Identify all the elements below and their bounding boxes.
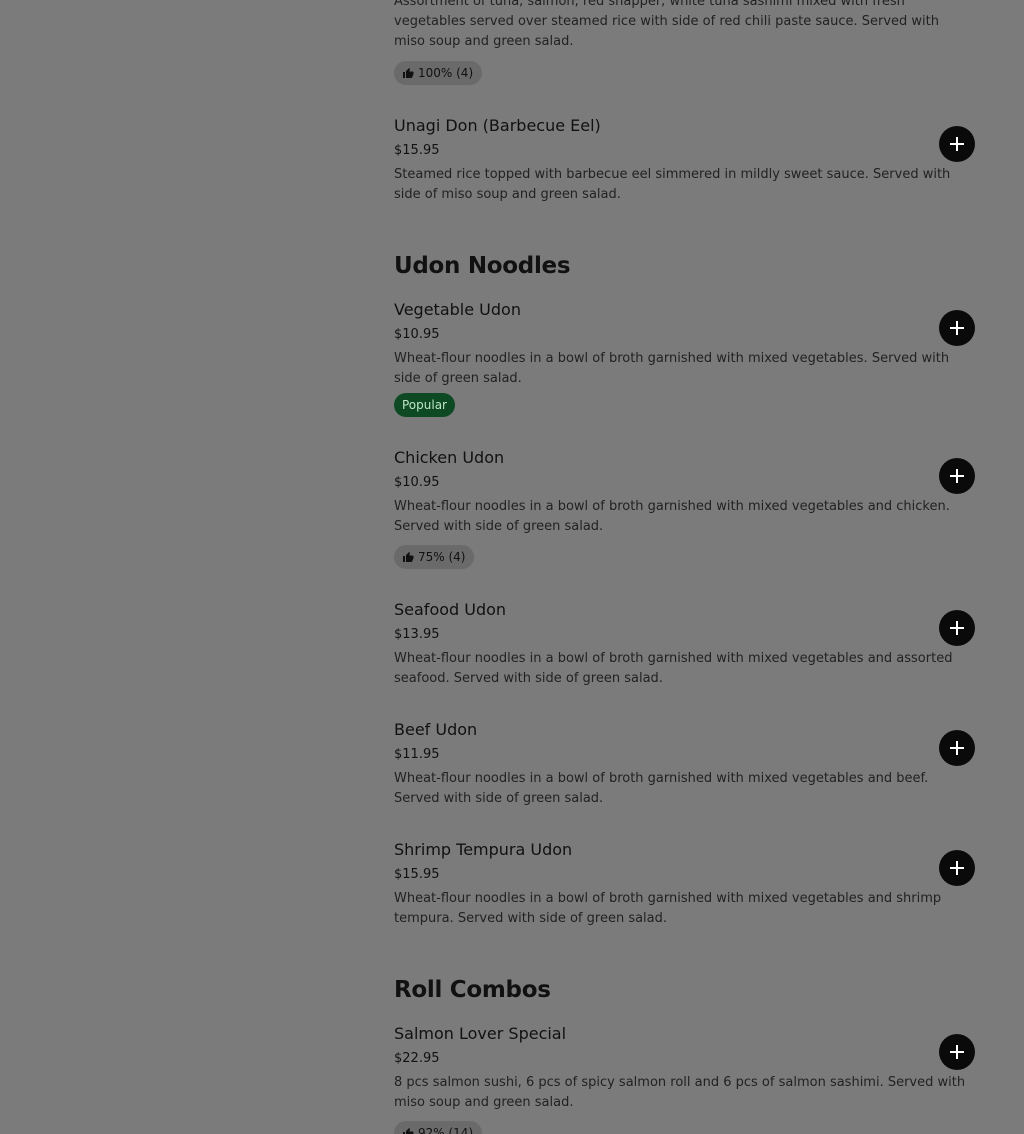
- section-title-roll-combos: Roll Combos: [394, 977, 551, 1003]
- plus-icon: [950, 741, 964, 755]
- item-price: $11.95: [394, 747, 440, 762]
- item-price: $13.95: [394, 627, 440, 642]
- prev-item-description: Assortment of tuna, salmon, red snapper,…: [394, 0, 939, 49]
- item-price: $15.95: [394, 867, 440, 882]
- add-button[interactable]: [939, 850, 975, 886]
- item-name: Salmon Lover Special: [394, 1024, 567, 1043]
- rating-text: 75% (4): [418, 550, 466, 564]
- thumbs-up-icon: [403, 1128, 414, 1134]
- popular-badge: Popular: [394, 393, 455, 417]
- add-button[interactable]: [939, 1034, 975, 1070]
- rating-pill: 75% (4): [394, 545, 475, 569]
- plus-icon: [950, 621, 964, 635]
- rating-text: 92% (14): [418, 1126, 474, 1134]
- section-title-udon: Udon Noodles: [394, 253, 571, 279]
- plus-icon: [950, 321, 964, 335]
- menu-page: Assortment of tuna, salmon, red snapper,…: [0, 0, 1024, 1134]
- item-description: 8 pcs salmon sushi, 6 pcs of spicy salmo…: [394, 1075, 966, 1110]
- item-name: Vegetable Udon: [394, 300, 521, 319]
- item-name: Shrimp Tempura Udon: [394, 840, 573, 859]
- plus-icon: [950, 1045, 964, 1059]
- item-description: Wheat-flour noodles in a bowl of broth g…: [394, 891, 942, 926]
- item-price: $10.95: [394, 327, 440, 342]
- item-name: Unagi Don (Barbecue Eel): [394, 116, 601, 135]
- prev-item-rating: 100% (4): [394, 61, 483, 85]
- item-price: $15.95: [394, 143, 440, 158]
- item-name: Beef Udon: [394, 720, 478, 739]
- rating-pill: 92% (14): [394, 1121, 483, 1134]
- add-button[interactable]: [939, 458, 975, 494]
- item-price: $10.95: [394, 475, 440, 490]
- plus-icon: [950, 861, 964, 875]
- thumbs-up-icon: [403, 552, 414, 562]
- item-description: Steamed rice topped with barbecue eel si…: [394, 167, 951, 202]
- item-description: Wheat-flour noodles in a bowl of broth g…: [394, 499, 950, 534]
- plus-icon: [950, 137, 964, 151]
- item-name: Chicken Udon: [394, 448, 505, 467]
- add-button[interactable]: [939, 610, 975, 646]
- add-button[interactable]: [939, 730, 975, 766]
- item-name: Seafood Udon: [394, 600, 507, 619]
- plus-icon: [950, 469, 964, 483]
- item-description: Wheat-flour noodles in a bowl of broth g…: [394, 771, 929, 806]
- rating-text: 100% (4): [418, 66, 474, 80]
- add-button[interactable]: [939, 126, 975, 162]
- item-description: Wheat-flour noodles in a bowl of broth g…: [394, 351, 950, 386]
- thumbs-up-icon: [403, 68, 414, 78]
- item-price: $22.95: [394, 1051, 440, 1066]
- add-button[interactable]: [939, 310, 975, 346]
- item-description: Wheat-flour noodles in a bowl of broth g…: [394, 651, 953, 686]
